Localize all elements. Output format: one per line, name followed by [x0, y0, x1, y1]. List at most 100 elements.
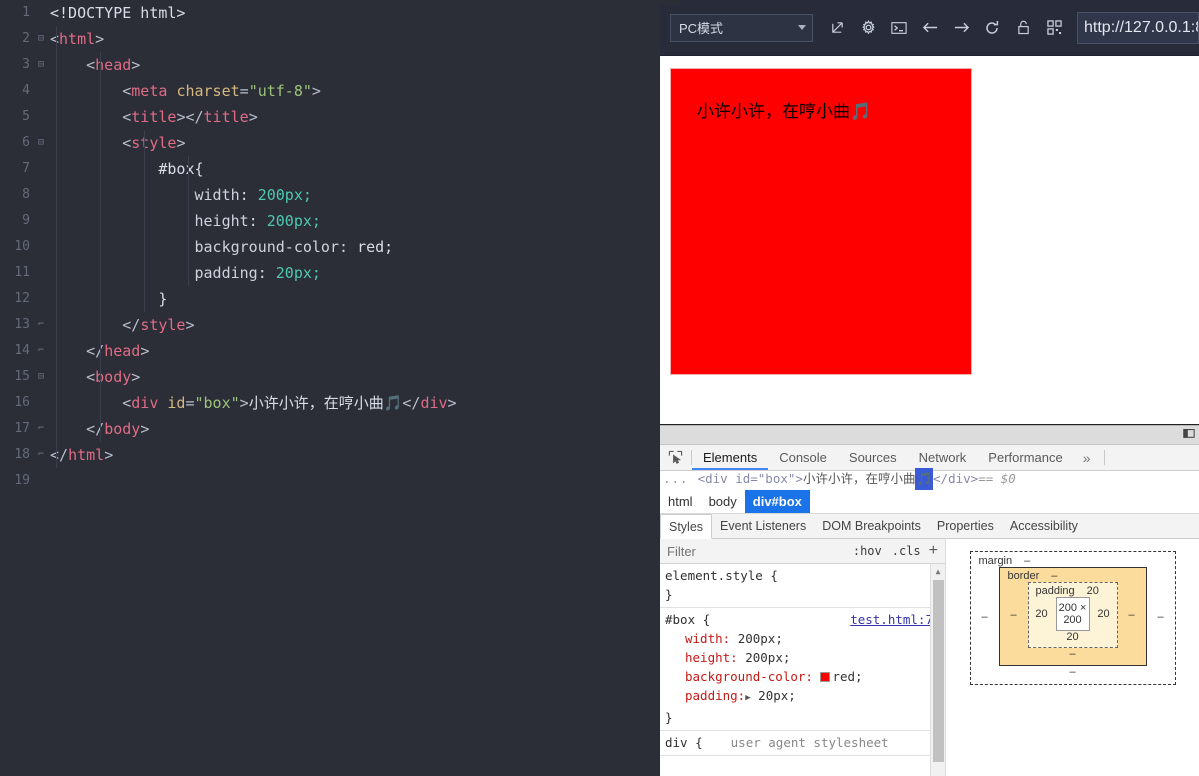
device-mode-select[interactable]: PC模式: [670, 13, 813, 42]
code-line[interactable]: 4 <meta charset="utf-8">: [0, 78, 660, 104]
fold-marker[interactable]: [34, 156, 48, 182]
cls-button[interactable]: .cls: [887, 544, 926, 558]
fold-marker[interactable]: ⊟: [34, 26, 48, 52]
code-line[interactable]: 1 <!DOCTYPE html>: [0, 0, 660, 26]
code-line[interactable]: 11 padding: 20px;: [0, 260, 660, 286]
tab-properties[interactable]: Properties: [929, 514, 1002, 538]
css-property-name[interactable]: background-color:: [685, 669, 813, 684]
margin-right-value[interactable]: –: [1153, 611, 1169, 623]
gear-icon[interactable]: [858, 18, 878, 38]
fold-marker[interactable]: [34, 182, 48, 208]
css-rule-element-style[interactable]: element.style { }: [660, 564, 945, 608]
code-line[interactable]: 15 ⊟ <body>: [0, 364, 660, 390]
fold-marker[interactable]: ⌐: [34, 416, 48, 442]
console-icon[interactable]: [889, 18, 909, 38]
css-property-value[interactable]: red;: [832, 669, 862, 684]
padding-right-value[interactable]: 20: [1096, 608, 1112, 620]
css-declaration[interactable]: height: 200px;: [665, 648, 945, 667]
border-top-value[interactable]: –: [1051, 570, 1057, 582]
css-selector[interactable]: #box {: [665, 610, 710, 629]
back-arrow-icon[interactable]: [920, 18, 940, 38]
css-property-name[interactable]: padding:: [685, 688, 745, 703]
code-editor[interactable]: 1 <!DOCTYPE html> 2 ⊟ <html> 3 ⊟ <head> …: [0, 0, 660, 776]
new-style-rule-button[interactable]: +: [926, 543, 941, 559]
box-model-padding[interactable]: padding 20 20 200 × 200 20 20: [1027, 582, 1118, 648]
dock-side-icon[interactable]: [1183, 426, 1195, 444]
code-line[interactable]: 14 ⌐ </head>: [0, 338, 660, 364]
breadcrumb-body[interactable]: body: [701, 490, 745, 513]
code-line[interactable]: 3 ⊟ <head>: [0, 52, 660, 78]
border-left-value[interactable]: –: [1006, 609, 1022, 621]
padding-top-value[interactable]: 20: [1087, 585, 1099, 597]
color-swatch[interactable]: [820, 672, 831, 682]
expand-shorthand-icon[interactable]: ▶: [745, 693, 750, 703]
padding-bottom-value[interactable]: 20: [1034, 631, 1112, 643]
css-property-value[interactable]: 200px;: [738, 631, 783, 646]
css-declaration[interactable]: background-color: red;: [665, 667, 945, 686]
margin-left-value[interactable]: –: [977, 611, 993, 623]
reload-icon[interactable]: [982, 18, 1002, 38]
css-rules-scroll[interactable]: element.style { } #box { test.html:7 wid…: [660, 564, 945, 776]
code-line[interactable]: 18 ⌐ </html>: [0, 442, 660, 468]
code-line[interactable]: 6 ⊟ <style>: [0, 130, 660, 156]
fold-marker[interactable]: ⊟: [34, 364, 48, 390]
rendered-box-element[interactable]: 小许小许，在哼小曲🎵: [670, 68, 972, 375]
css-property-value[interactable]: 20px;: [758, 688, 796, 703]
box-model-border[interactable]: border – – padding 20 20 200 × 200 20 20…: [998, 567, 1147, 666]
tab-elements[interactable]: Elements: [692, 445, 768, 470]
margin-top-value[interactable]: –: [1024, 555, 1030, 567]
tab-accessibility[interactable]: Accessibility: [1002, 514, 1086, 538]
fold-marker[interactable]: [34, 286, 48, 312]
fold-marker[interactable]: ⊟: [34, 130, 48, 156]
box-model-content[interactable]: 200 × 200: [1055, 597, 1090, 631]
code-line[interactable]: 19: [0, 468, 660, 494]
code-line[interactable]: 13 ⌐ </style>: [0, 312, 660, 338]
breadcrumb-html[interactable]: html: [660, 490, 701, 513]
code-line[interactable]: 5 <title></title>: [0, 104, 660, 130]
code-line[interactable]: 16 <div id="box">小许小许，在哼小曲🎵</div>: [0, 390, 660, 416]
margin-bottom-value[interactable]: –: [977, 666, 1169, 678]
css-pane-scrollbar[interactable]: ▲: [930, 564, 945, 776]
fold-marker[interactable]: [34, 260, 48, 286]
css-property-name[interactable]: height:: [685, 650, 738, 665]
url-bar[interactable]: http://127.0.0.1:8: [1077, 11, 1199, 44]
fold-marker[interactable]: [34, 78, 48, 104]
tab-sources[interactable]: Sources: [838, 445, 908, 470]
padding-left-value[interactable]: 20: [1034, 608, 1050, 620]
forward-arrow-icon[interactable]: [951, 18, 971, 38]
code-line[interactable]: 9 height: 200px;: [0, 208, 660, 234]
css-rule-div-ua[interactable]: div { user agent stylesheet: [660, 731, 945, 756]
hov-button[interactable]: :hov: [848, 544, 887, 558]
css-property-name[interactable]: width:: [685, 631, 730, 646]
css-rule-box[interactable]: #box { test.html:7 width: 200px; height:…: [660, 608, 945, 731]
css-property-value[interactable]: 200px;: [745, 650, 790, 665]
open-external-icon[interactable]: [827, 18, 847, 38]
fold-marker[interactable]: [34, 390, 48, 416]
tab-event-listeners[interactable]: Event Listeners: [712, 514, 814, 538]
border-bottom-value[interactable]: –: [1006, 648, 1140, 660]
breadcrumb-div-box[interactable]: div#box: [744, 490, 810, 513]
scrollbar-thumb[interactable]: [933, 580, 944, 762]
fold-marker[interactable]: ⊟: [34, 52, 48, 78]
css-selector[interactable]: div {: [665, 733, 703, 752]
border-right-value[interactable]: –: [1124, 609, 1140, 621]
inspect-element-icon[interactable]: [660, 445, 691, 470]
code-line[interactable]: 17 ⌐ </body>: [0, 416, 660, 442]
code-line[interactable]: 2 ⊟ <html>: [0, 26, 660, 52]
box-model-diagram[interactable]: margin – – border – – padding 20 20 200 …: [969, 551, 1176, 685]
dom-tree-row[interactable]: ... <div id="box"> 小许小许，在哼小曲 🎵 </div> == $0: [660, 468, 1199, 490]
css-declaration[interactable]: padding:▶ 20px;: [665, 686, 945, 708]
fold-marker[interactable]: [34, 208, 48, 234]
lock-icon[interactable]: [1013, 18, 1033, 38]
tab-styles[interactable]: Styles: [660, 514, 713, 539]
css-declaration[interactable]: width: 200px;: [665, 629, 945, 648]
fold-marker[interactable]: [34, 234, 48, 260]
code-line[interactable]: 12 }: [0, 286, 660, 312]
tab-console[interactable]: Console: [768, 445, 838, 470]
fold-marker[interactable]: ⌐: [34, 312, 48, 338]
code-line[interactable]: 8 width: 200px;: [0, 182, 660, 208]
fold-marker[interactable]: [34, 468, 48, 494]
fold-marker[interactable]: [34, 0, 48, 26]
code-line[interactable]: 10 background-color: red;: [0, 234, 660, 260]
tab-dom-breakpoints[interactable]: DOM Breakpoints: [814, 514, 929, 538]
